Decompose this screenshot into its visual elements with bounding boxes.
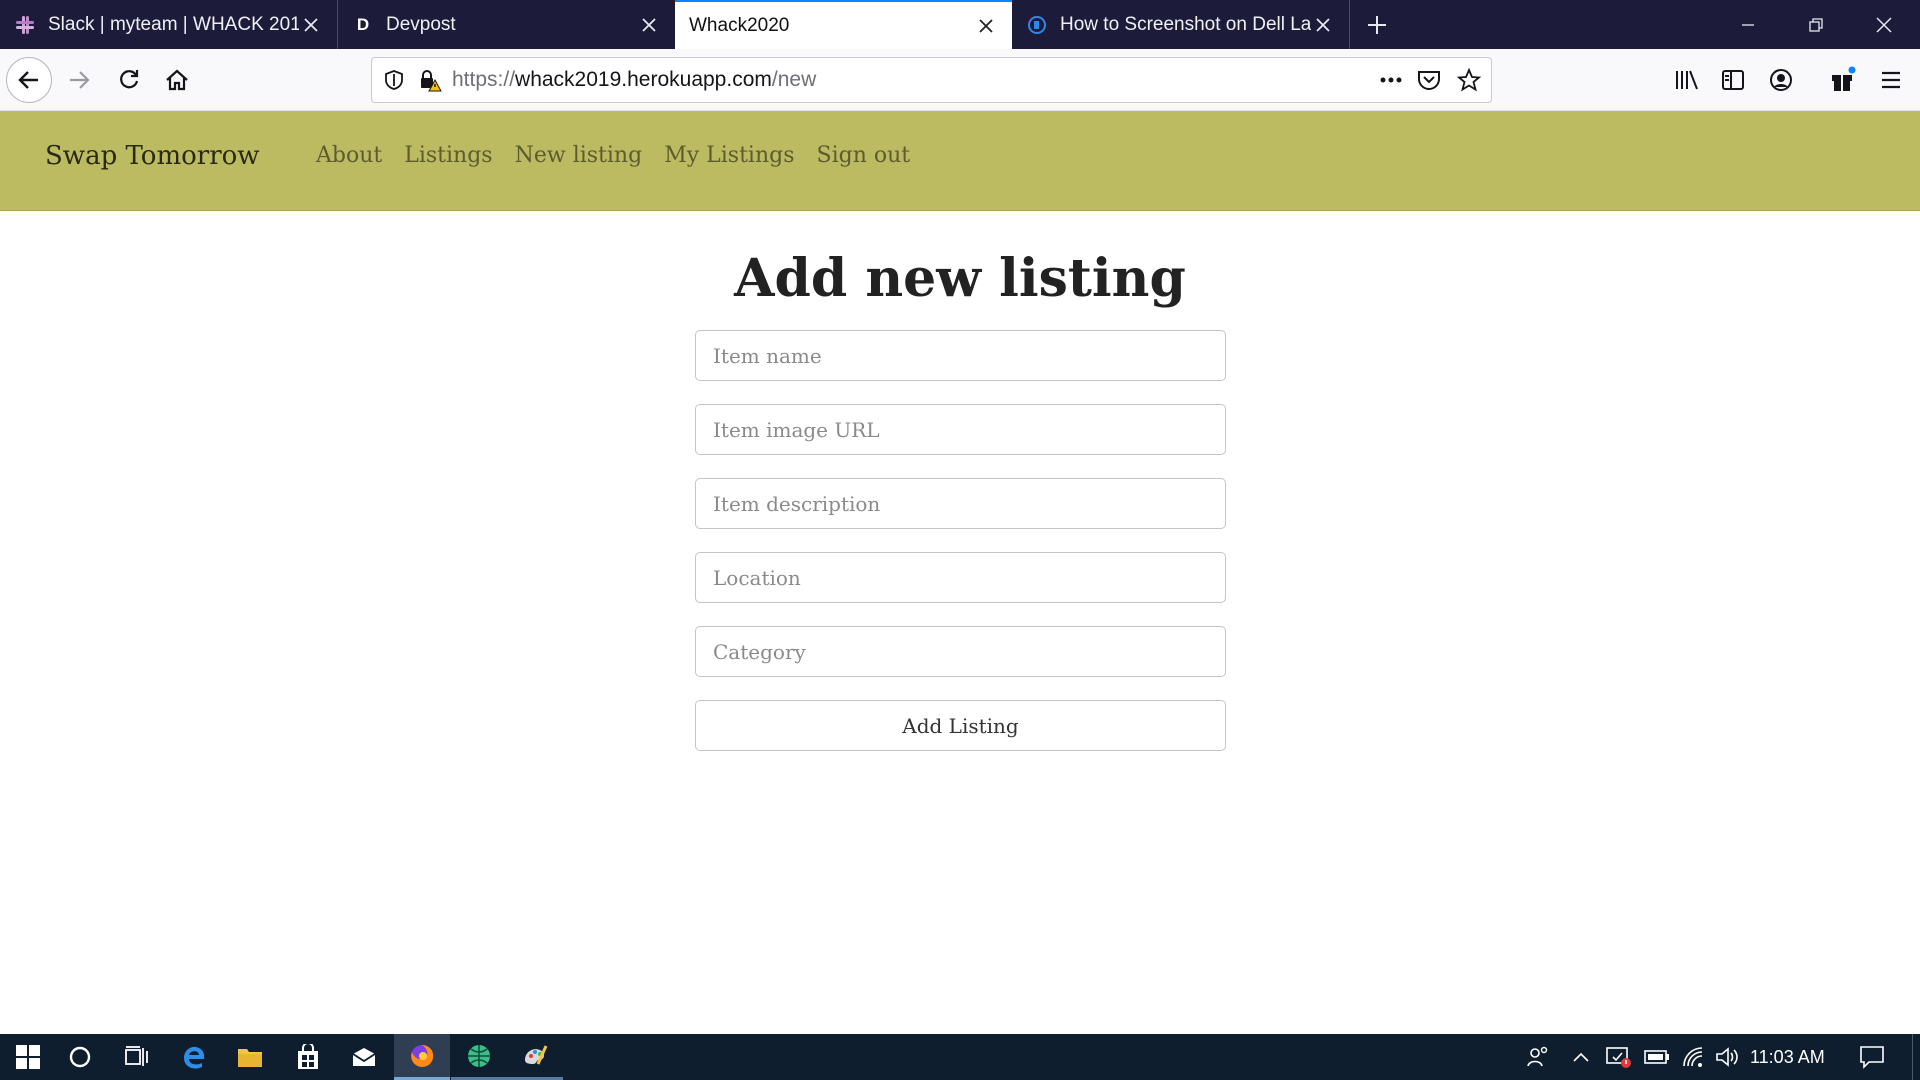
site-header: Swap Tomorrow About Listings New listing… [0, 111, 1920, 211]
nav-link-about[interactable]: About [316, 143, 382, 168]
people-icon[interactable] [1520, 1034, 1556, 1080]
tab-slack[interactable]: Slack | myteam | WHACK 2019 [0, 0, 337, 49]
tab-devpost[interactable]: D Devpost [338, 0, 675, 49]
library-button[interactable] [1670, 63, 1704, 97]
show-desktop-button[interactable] [1912, 1034, 1920, 1080]
sidebar-button[interactable] [1716, 63, 1750, 97]
category-input[interactable] [695, 626, 1226, 677]
tab-screenshot-guide[interactable]: How to Screenshot on Dell Lapt [1012, 0, 1349, 49]
url-text[interactable]: https://whack2019.herokuapp.com/new [452, 68, 1379, 92]
wifi-icon[interactable] [1676, 1034, 1710, 1080]
mail-icon[interactable] [336, 1034, 392, 1080]
new-tab-button[interactable] [1360, 8, 1394, 42]
file-explorer-icon[interactable] [222, 1034, 278, 1080]
windows-start-icon[interactable] [0, 1034, 56, 1080]
close-icon [1876, 16, 1892, 33]
url-bar[interactable]: https://whack2019.herokuapp.com/new [371, 57, 1492, 103]
item-description-input[interactable] [695, 478, 1226, 529]
home-button[interactable] [154, 57, 200, 103]
defender-alert-icon[interactable] [1601, 1034, 1635, 1080]
nav-link-sign-out[interactable]: Sign out [817, 143, 911, 168]
paint-icon[interactable] [507, 1034, 563, 1080]
app-menu-button[interactable] [1874, 63, 1908, 97]
site-brand[interactable]: Swap Tomorrow [45, 141, 260, 171]
location-input[interactable] [695, 552, 1226, 603]
reload-button[interactable] [106, 57, 152, 103]
volume-icon[interactable] [1710, 1034, 1744, 1080]
account-button[interactable] [1764, 63, 1798, 97]
tab-title: Whack2020 [689, 14, 790, 36]
action-center-notification-icon[interactable] [1852, 1034, 1892, 1080]
tab-whack2020[interactable]: Whack2020 [675, 0, 1012, 49]
page-title: Add new listing [734, 248, 1186, 309]
edge-icon[interactable] [166, 1034, 222, 1080]
arrow-right-icon [70, 71, 90, 89]
taskbar-clock[interactable]: 11:03 AM [1750, 1034, 1825, 1080]
page-actions-more-icon[interactable] [1379, 68, 1403, 92]
nav-link-new-listing[interactable]: New listing [515, 143, 643, 168]
battery-icon[interactable] [1640, 1034, 1674, 1080]
account-icon [1770, 69, 1792, 91]
plus-icon [1368, 16, 1386, 34]
close-tab-icon[interactable] [1311, 13, 1335, 37]
nav-link-listings[interactable]: Listings [404, 143, 492, 168]
windows-taskbar: 11:03 AM [0, 1034, 1920, 1080]
forward-button[interactable] [56, 57, 102, 103]
arrow-left-icon [18, 71, 38, 89]
show-hidden-icons-chevron-up-icon[interactable] [1566, 1034, 1596, 1080]
back-button[interactable] [6, 57, 52, 103]
cortana-search-icon[interactable] [52, 1034, 108, 1080]
site-nav: About Listings New listing My Listings S… [316, 143, 910, 168]
bookmark-star-icon[interactable] [1457, 68, 1481, 92]
insecure-lock-warning-icon[interactable] [418, 68, 442, 92]
tab-title: Slack | myteam | WHACK 2019 [48, 13, 299, 35]
close-tab-icon[interactable] [299, 13, 323, 37]
close-window-button[interactable] [1850, 0, 1918, 49]
minimize-icon [1742, 23, 1754, 26]
tab-divider [1349, 0, 1350, 49]
library-icon [1676, 70, 1698, 90]
restore-button[interactable] [1782, 0, 1850, 49]
firefox-icon[interactable] [394, 1034, 450, 1080]
nav-link-my-listings[interactable]: My Listings [664, 143, 794, 168]
tracking-protection-shield-icon[interactable] [382, 68, 406, 92]
restore-icon [1809, 17, 1823, 32]
minimize-button[interactable] [1714, 0, 1782, 49]
hamburger-menu-icon [1882, 71, 1900, 89]
task-view-icon[interactable] [108, 1034, 164, 1080]
browser-tab-strip: Slack | myteam | WHACK 2019 D Devpost Wh… [0, 0, 1920, 49]
item-name-input[interactable] [695, 330, 1226, 381]
reload-icon [120, 70, 139, 89]
site-icon [1026, 14, 1048, 36]
new-listing-form: Add Listing [695, 330, 1226, 751]
close-tab-icon[interactable] [974, 14, 998, 38]
tab-title: How to Screenshot on Dell Lapt [1060, 13, 1311, 35]
close-tab-icon[interactable] [637, 13, 661, 37]
sidebar-icon [1722, 70, 1744, 90]
browser-navigation-bar: https://whack2019.herokuapp.com/new [0, 49, 1920, 111]
devpost-icon: D [356, 14, 370, 34]
gift-icon [1832, 66, 1856, 91]
home-icon [166, 69, 188, 91]
item-image-url-input[interactable] [695, 404, 1226, 455]
network-app-icon[interactable] [451, 1034, 507, 1080]
store-icon[interactable] [280, 1034, 336, 1080]
slack-icon [14, 14, 36, 36]
add-listing-button[interactable]: Add Listing [695, 700, 1226, 751]
whats-new-button[interactable] [1826, 63, 1860, 97]
pocket-icon[interactable] [1417, 68, 1441, 92]
tab-title: Devpost [386, 13, 456, 35]
